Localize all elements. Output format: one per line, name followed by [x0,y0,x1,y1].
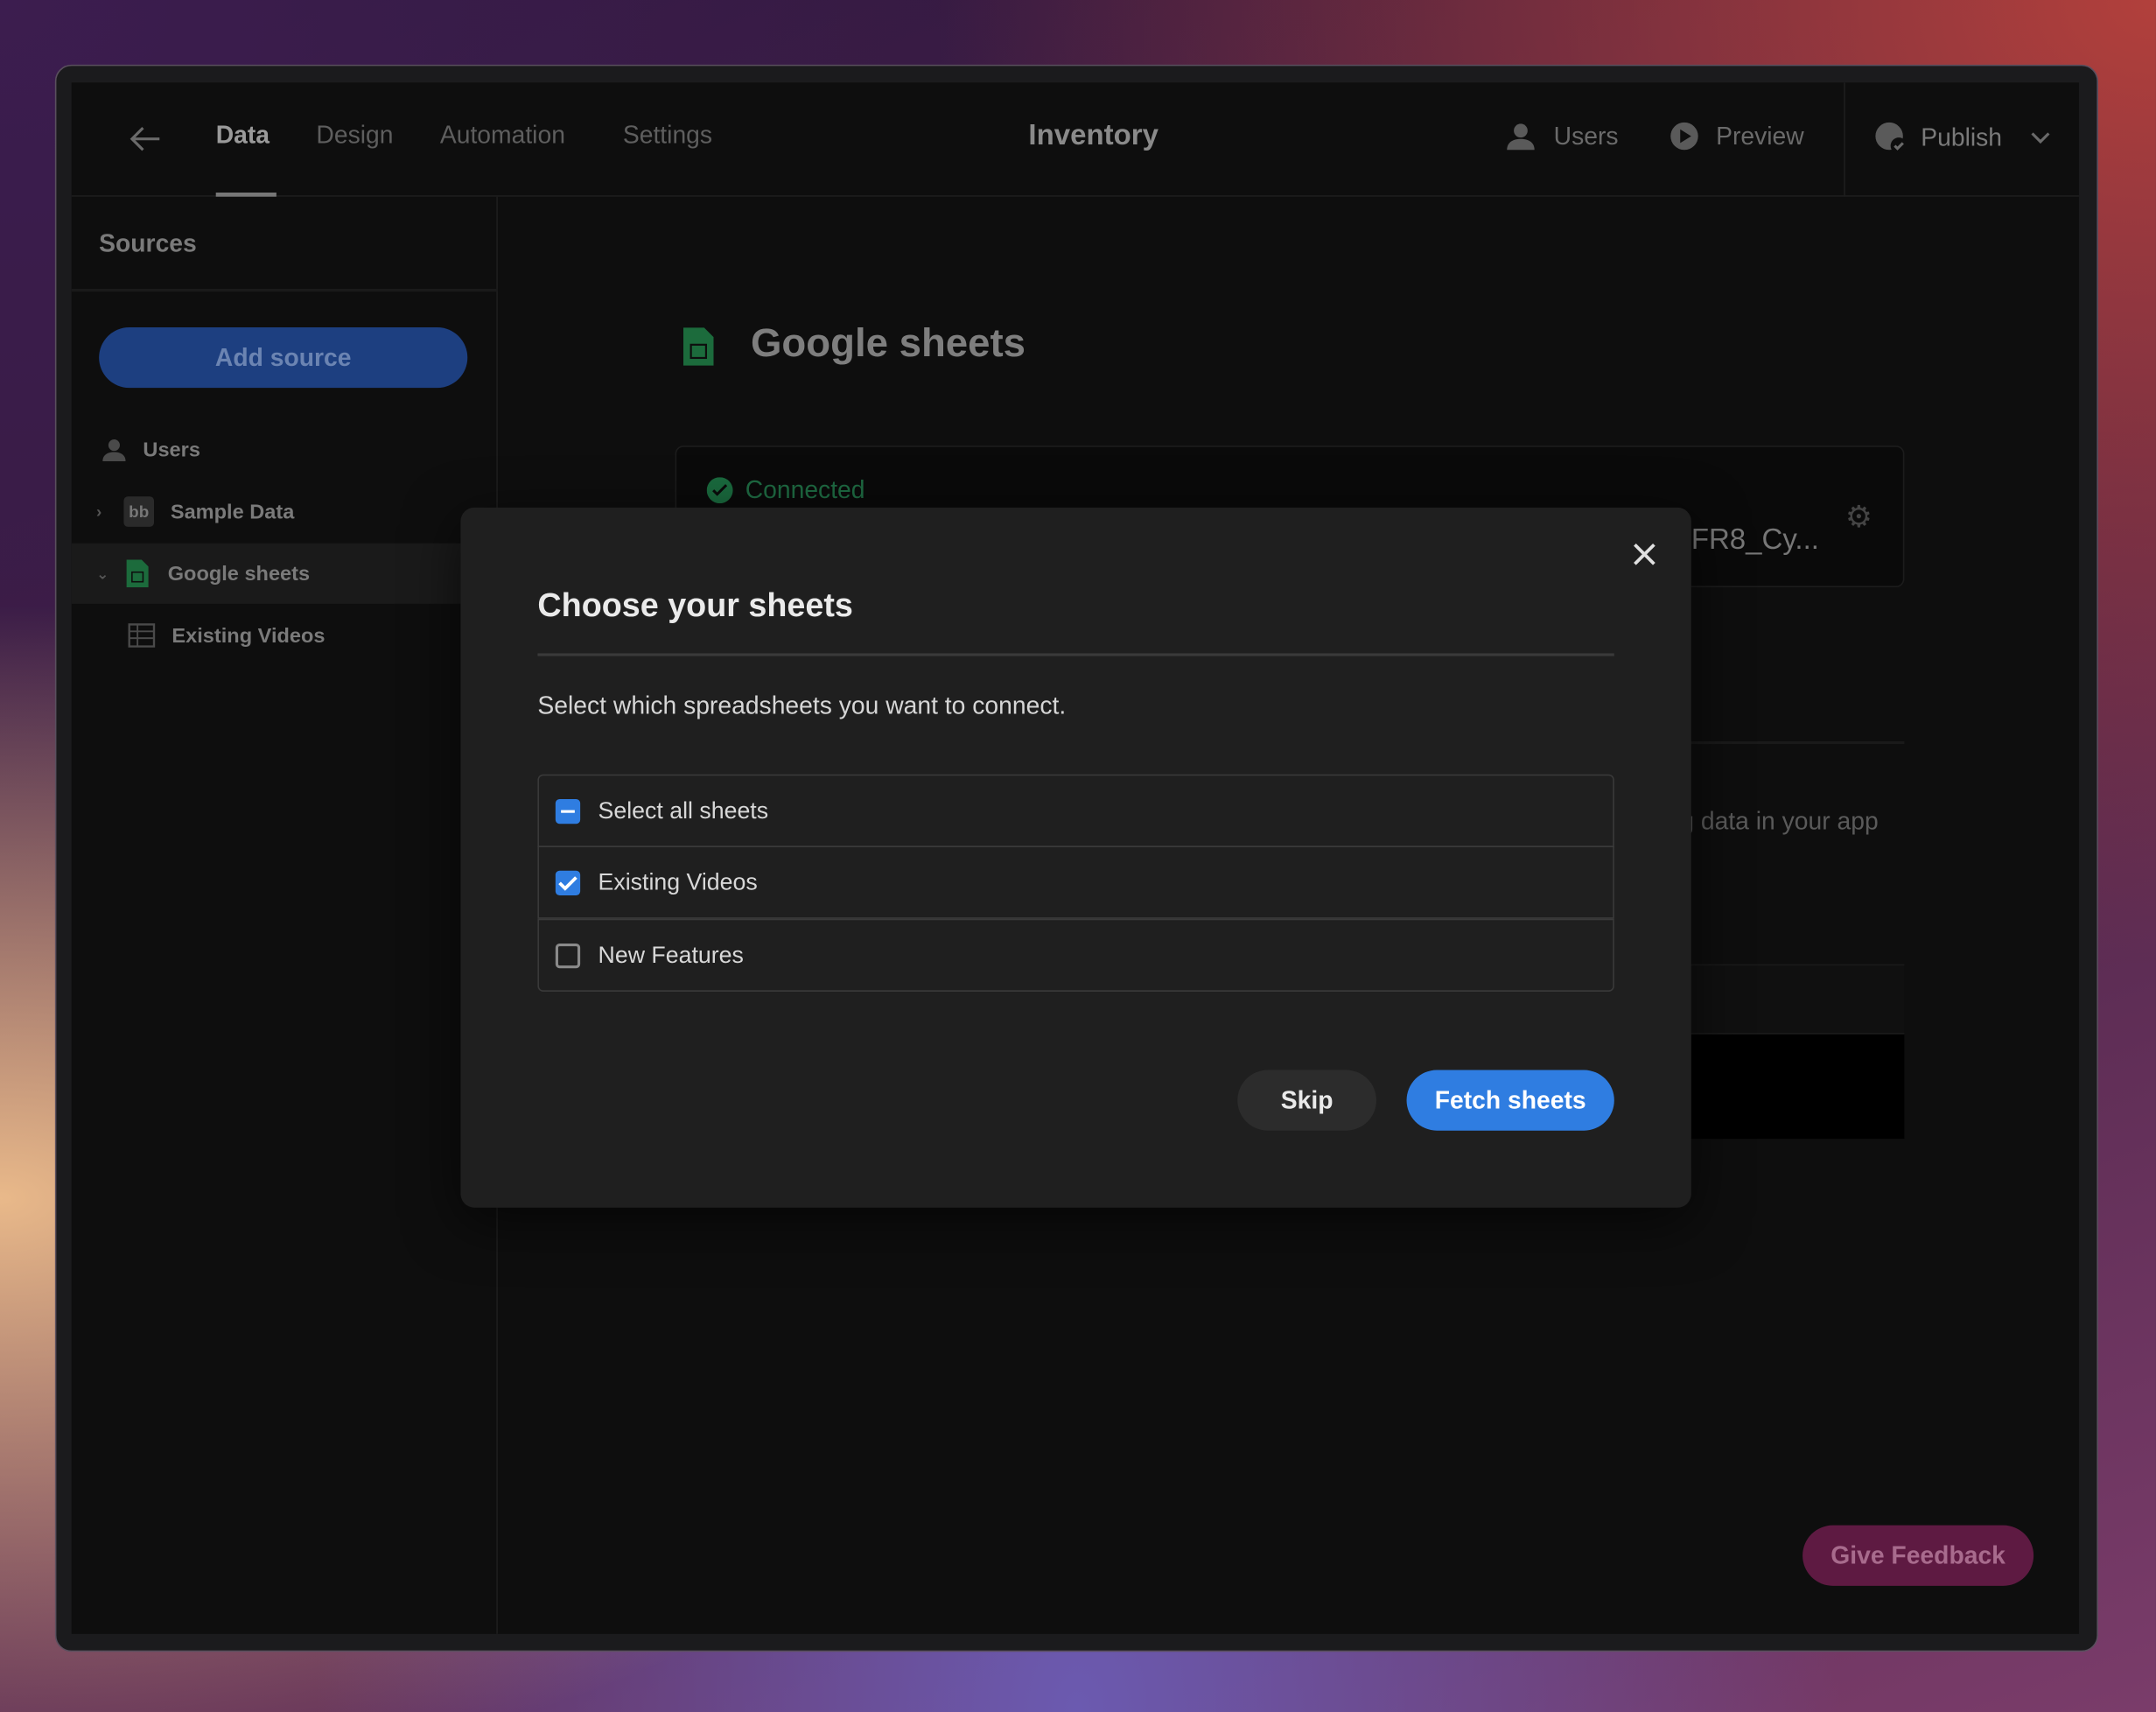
sidebar-title: Sources [99,229,197,257]
divider [1844,82,1845,197]
table-header [1687,964,1905,1034]
divider [537,653,1614,656]
sidebar-item-google-sheets[interactable]: ⌄ Google sheets [71,543,461,604]
google-sheets-icon [126,559,149,587]
option-label: New Features [598,941,744,968]
modal-description: Select which spreadsheets you want to co… [537,691,1067,719]
connection-status: Connected [706,475,865,505]
fetch-sheets-button[interactable]: Fetch sheets [1406,1070,1614,1131]
budibase-icon: bb [123,496,154,527]
page-title: Google sheets [750,321,1026,366]
chevron-down-icon[interactable]: ⌄ [96,565,113,583]
option-label: Existing Videos [598,868,758,895]
sidebar-item-label: Users [143,438,200,462]
sidebar-item-label: Google sheets [167,561,311,586]
publish-button[interactable]: Publish [1874,121,2052,154]
option-existing-videos[interactable]: Existing Videos [537,845,1614,919]
preview-label: Preview [1716,122,1804,150]
chevron-down-icon[interactable] [2029,130,2051,144]
chevron-right-icon[interactable]: › [96,502,113,522]
gear-icon[interactable]: ⚙ [1845,499,1872,535]
users-button[interactable]: Users [1504,121,1619,151]
close-icon[interactable] [1632,542,1656,566]
app-title: Inventory [1028,119,1158,151]
sidebar: Sources Add source Users › bb Sample Dat… [71,196,498,1634]
tab-data[interactable]: Data [216,121,270,150]
give-feedback-button[interactable]: Give Feedback [1802,1525,2034,1586]
sidebar-item-label: Sample Data [170,500,295,523]
choose-sheets-modal: Choose your sheets Select which spreadsh… [460,507,1691,1208]
globe-icon [1875,122,1908,154]
play-icon [1670,122,1698,151]
add-source-button[interactable]: Add source [99,326,468,389]
user-icon [102,439,126,461]
tab-design[interactable]: Design [316,121,393,150]
sidebar-item-label: Existing Videos [172,623,326,648]
sheet-id: FR8_Cy... [1690,523,1819,556]
sidebar-item-users[interactable]: Users [72,419,461,480]
table-icon [128,623,156,648]
user-icon [1507,123,1535,151]
skip-button[interactable]: Skip [1237,1070,1376,1131]
arrow-left-icon[interactable] [130,125,163,152]
tab-automation[interactable]: Automation [440,121,565,150]
option-new-features[interactable]: New Features [537,918,1614,992]
table-body [1687,1033,1905,1140]
divider [1687,740,1905,745]
divider [71,288,498,292]
option-label: Select all sheets [598,796,769,824]
tab-settings[interactable]: Settings [623,121,712,150]
option-select-all[interactable]: Select all sheets [537,774,1614,847]
top-nav: Data Design Automation Settings Inventor… [71,82,2079,197]
check-circle-icon [706,477,733,504]
status-text: Connected [745,475,865,504]
sidebar-item-sample-data[interactable]: › bb Sample Data [72,481,461,542]
checkbox-unchecked[interactable] [555,943,581,968]
sidebar-item-existing-videos[interactable]: Existing Videos [72,605,461,665]
users-label: Users [1553,122,1619,150]
checkbox-checked[interactable] [555,869,581,895]
indeterminate-checkbox[interactable] [555,798,581,824]
publish-label: Publish [1921,123,2003,151]
google-sheets-icon [682,327,714,366]
section-description: g data in your app [1680,807,1879,835]
modal-title: Choose your sheets [537,586,853,625]
preview-button[interactable]: Preview [1670,121,1804,151]
